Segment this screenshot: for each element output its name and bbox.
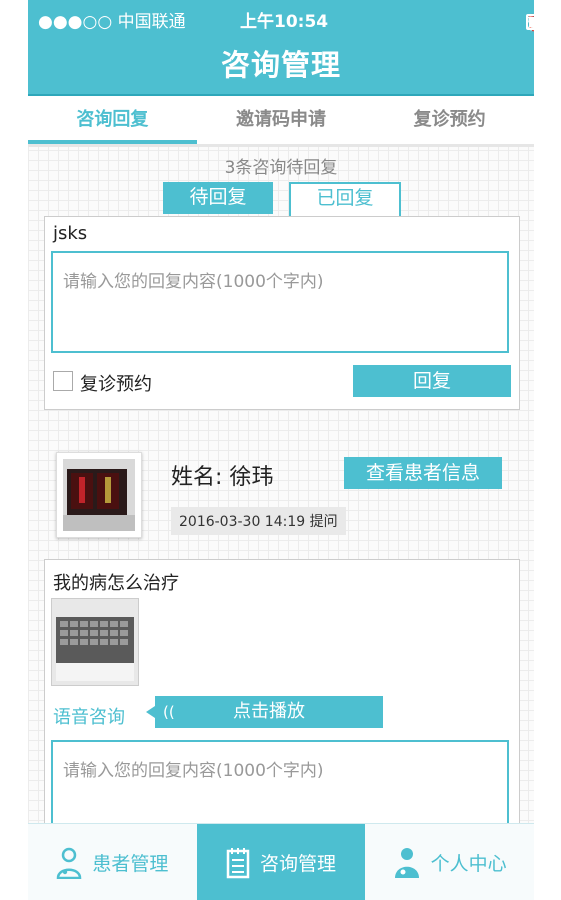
filter-waiting-button[interactable]: 待回复: [163, 182, 273, 214]
question-text: jsks: [53, 223, 88, 244]
asked-time: 2016-03-30 14:19 提问: [171, 507, 346, 535]
play-label: 点击播放: [233, 701, 305, 722]
page-title: 咨询管理: [220, 48, 341, 82]
sound-wave-icon: ((: [163, 703, 175, 721]
tab-followup[interactable]: 复诊预约: [365, 96, 534, 144]
consult-card: 我的病怎么治疗 语音咨询 ((点击播放 请输入您的回复内容(1000个字内): [44, 559, 520, 861]
bottom-tab-label: 咨询管理: [260, 853, 337, 875]
patient-header: 姓名: 徐玮 查看患者信息 2016-03-30 14:19 提问: [28, 440, 534, 550]
reply-button[interactable]: 回复: [353, 365, 511, 397]
clock: 上午10:54: [240, 12, 329, 32]
question-text: 我的病怎么治疗: [53, 573, 179, 594]
followup-checkbox[interactable]: [53, 371, 73, 391]
view-patient-info-button[interactable]: 查看患者信息: [344, 457, 502, 489]
doctor-icon: [57, 847, 82, 879]
filter-replied-button[interactable]: 已回复: [289, 182, 401, 218]
app-frame: ●●●○○ 中国联通 上午10:54 ◉ ➤ ⏰ 32% 咨询管理 咨询回复 邀…: [28, 0, 534, 900]
play-voice-button[interactable]: (( 点击播放: [146, 696, 383, 728]
patient-avatar[interactable]: [56, 452, 142, 538]
bottom-tab-consult[interactable]: 咨询管理: [196, 824, 366, 900]
bottom-tab-profile[interactable]: 个人中心: [365, 824, 534, 900]
battery-icon: [526, 14, 534, 30]
attached-image[interactable]: [51, 598, 139, 686]
carrier-label: ●●●○○ 中国联通: [38, 12, 186, 32]
reply-input[interactable]: 请输入您的回复内容(1000个字内): [51, 251, 509, 353]
consult-card: jsks 请输入您的回复内容(1000个字内) 复诊预约 回复: [44, 216, 520, 410]
bottom-tab-label: 个人中心: [430, 853, 507, 875]
nav-bar: 咨询管理: [28, 36, 534, 96]
person-icon: [394, 847, 419, 878]
followup-label: 复诊预约: [80, 374, 152, 395]
bottom-tab-label: 患者管理: [92, 853, 169, 875]
pending-count: 3条咨询待回复: [224, 158, 338, 178]
notepad-icon: [226, 847, 250, 878]
bottom-nav: 患者管理 咨询管理 个人中心: [28, 823, 534, 900]
voice-consult-label: 语音咨询: [53, 707, 125, 728]
tab-consult-reply[interactable]: 咨询回复: [28, 96, 197, 144]
bottom-tab-patients[interactable]: 患者管理: [28, 824, 197, 900]
tab-bar: 咨询回复 邀请码申请 复诊预约: [28, 96, 534, 147]
tab-invite-code[interactable]: 邀请码申请: [197, 96, 366, 144]
patient-name: 姓名: 徐玮: [171, 465, 274, 490]
status-bar: ●●●○○ 中国联通 上午10:54 ◉ ➤ ⏰ 32%: [28, 0, 534, 36]
